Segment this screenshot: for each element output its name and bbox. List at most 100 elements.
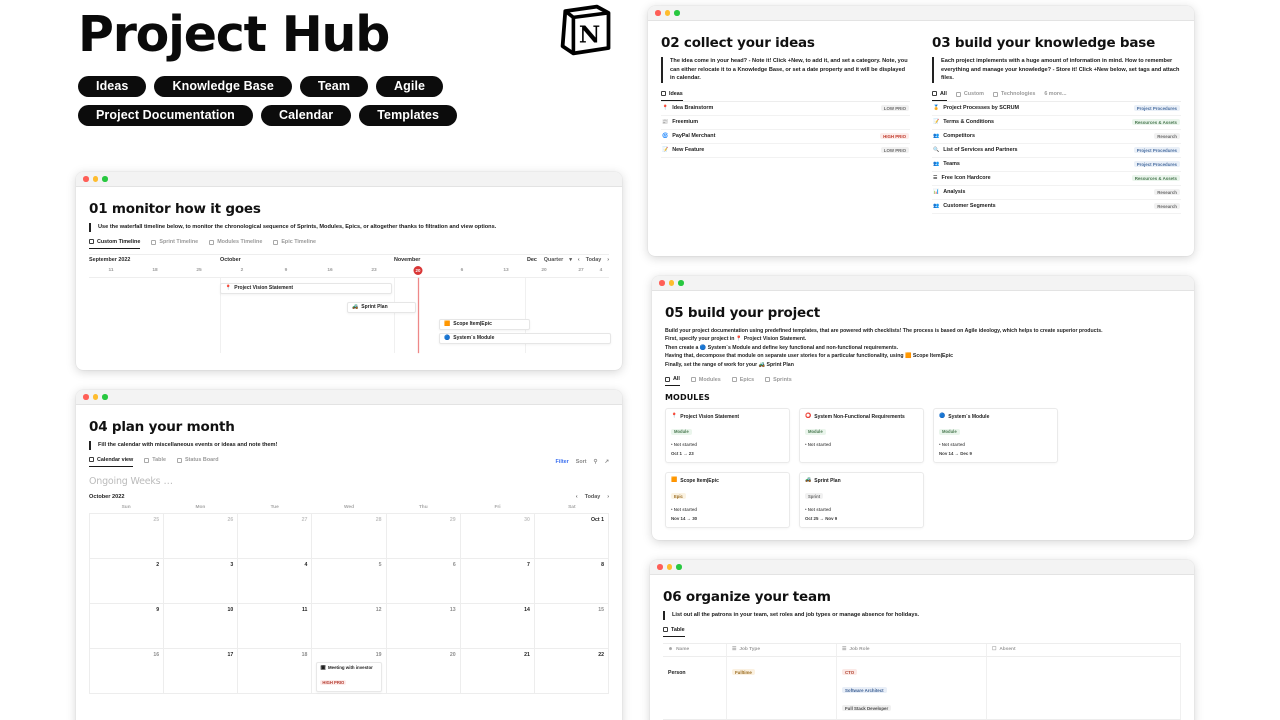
tab-calendar-view[interactable]: Calendar view (89, 457, 133, 467)
tab-more[interactable]: 6 more... (1044, 91, 1066, 100)
calendar-event[interactable]: 🗓 Meeting with investor HIGH PRIO (316, 662, 381, 692)
list-item[interactable]: 👥 Teams Project Procedures (932, 158, 1181, 172)
tab-sprint-timeline[interactable]: Sprint Timeline (151, 239, 198, 248)
list-item[interactable]: 📊 Analysis Research (932, 186, 1181, 200)
close-dot-icon[interactable] (83, 176, 89, 182)
timeline-bar-systems-module[interactable]: 🔵 System´s Module (439, 333, 611, 344)
next-month-icon[interactable]: › (607, 494, 609, 500)
list-item[interactable]: 👥 Customer Segments Research (932, 200, 1181, 214)
maximize-dot-icon[interactable] (678, 280, 684, 286)
calendar-day-cell[interactable]: 28 (312, 514, 386, 559)
calendar-day-cell[interactable]: 25 (90, 514, 164, 559)
pill-knowledge-base[interactable]: Knowledge Base (154, 76, 291, 97)
calendar-day-cell[interactable]: 4 (238, 559, 312, 604)
quarter-selector[interactable]: Quarter (544, 257, 563, 263)
list-item[interactable]: ☰ Free Icon Hardcore Resources & Assets (932, 172, 1181, 186)
pill-templates[interactable]: Templates (359, 105, 457, 126)
list-item[interactable]: 👥 Competitors Research (932, 130, 1181, 144)
calendar-day-cell[interactable]: 12 (312, 604, 386, 649)
prev-arrow-icon[interactable]: ‹ (578, 257, 580, 263)
calendar-day-cell[interactable]: 21 (461, 649, 535, 694)
list-item[interactable]: 📝 Terms & Conditions Resources & Assets (932, 116, 1181, 130)
calendar-day-cell[interactable]: 14 (461, 604, 535, 649)
search-icon[interactable]: ⚲ (594, 459, 598, 465)
close-dot-icon[interactable] (659, 280, 665, 286)
expand-icon[interactable]: ↗ (604, 459, 609, 465)
tab-modules-timeline[interactable]: Modules Timeline (209, 239, 262, 248)
calendar-day-cell[interactable]: Oct 1 (535, 514, 609, 559)
calendar-day-cell[interactable]: 13 (387, 604, 461, 649)
column-header-absent[interactable]: ☐ Absent (987, 644, 1181, 657)
tab-all[interactable]: All (665, 376, 680, 386)
tab-epic-timeline[interactable]: Epic Timeline (273, 239, 316, 248)
calendar-day-cell[interactable]: 18 (238, 649, 312, 694)
maximize-dot-icon[interactable] (674, 10, 680, 16)
minimize-dot-icon[interactable] (667, 564, 673, 570)
sort-button[interactable]: Sort (576, 459, 587, 465)
calendar-day-cell[interactable]: 10 (164, 604, 238, 649)
chevron-down-icon[interactable]: ▾ (569, 257, 572, 263)
list-item[interactable]: 🏅 Project Processes by SCRUM Project Pro… (932, 102, 1181, 116)
calendar-day-cell[interactable]: 26 (164, 514, 238, 559)
calendar-day-cell[interactable]: 20 (387, 649, 461, 694)
tab-table[interactable]: Table (663, 627, 685, 637)
minimize-dot-icon[interactable] (669, 280, 675, 286)
timeline-bar-project-vision[interactable]: 📍 Project Vision Statement (220, 283, 392, 294)
calendar-day-cell[interactable]: 6 (387, 559, 461, 604)
list-item[interactable]: 🔍 List of Services and Partners Project … (932, 144, 1181, 158)
minimize-dot-icon[interactable] (665, 10, 671, 16)
tab-ideas[interactable]: Ideas (661, 91, 683, 101)
maximize-dot-icon[interactable] (676, 564, 682, 570)
list-item[interactable]: 🌀 PayPal Merchant HIGH PRIO (661, 130, 910, 144)
calendar-day-cell[interactable]: 5 (312, 559, 386, 604)
calendar-day-cell[interactable]: 8 (535, 559, 609, 604)
tab-all[interactable]: All (932, 91, 947, 101)
module-card[interactable]: 🔵 System´s Module Module • Not started N… (933, 408, 1058, 463)
today-button[interactable]: Today (585, 494, 600, 500)
maximize-dot-icon[interactable] (102, 394, 108, 400)
more-options-icon[interactable]: … (164, 476, 173, 487)
tab-status-board[interactable]: Status Board (177, 457, 219, 466)
minimize-dot-icon[interactable] (93, 394, 99, 400)
today-button[interactable]: Today (586, 257, 601, 263)
tab-table[interactable]: Table (144, 457, 166, 466)
calendar-day-cell[interactable]: 7 (461, 559, 535, 604)
calendar-day-cell[interactable]: 27 (238, 514, 312, 559)
calendar-day-cell[interactable]: 11 (238, 604, 312, 649)
list-item[interactable]: 📰 Freemium (661, 116, 910, 130)
tab-custom[interactable]: Custom (956, 91, 984, 100)
tab-epics[interactable]: Epics (732, 377, 754, 386)
calendar-day-cell[interactable]: 15 (535, 604, 609, 649)
filter-button[interactable]: Filter (556, 459, 569, 465)
calendar-day-cell[interactable]: 16 (90, 649, 164, 694)
timeline-bar-sprint-plan[interactable]: 🚜 Sprint Plan (347, 302, 416, 313)
calendar-day-cell[interactable]: 3 (164, 559, 238, 604)
list-item[interactable]: 📝 New Feature LOW PRIO (661, 144, 910, 158)
column-header-job-role[interactable]: ☰ Job Role (837, 644, 987, 657)
pill-ideas[interactable]: Ideas (78, 76, 146, 97)
tab-modules[interactable]: Modules (691, 377, 721, 386)
calendar-day-cell[interactable]: 19 🗓 Meeting with investor HIGH PRIO (312, 649, 386, 694)
close-dot-icon[interactable] (655, 10, 661, 16)
module-card[interactable]: 🚜 Sprint Plan Sprint • Not started Oct 2… (799, 472, 924, 527)
calendar-day-cell[interactable]: 22 (535, 649, 609, 694)
calendar-day-cell[interactable]: 29 (387, 514, 461, 559)
module-card[interactable]: 🟧 Scope Item|Epic Epic • Not started Nov… (665, 472, 790, 527)
calendar-day-cell[interactable]: 2 (90, 559, 164, 604)
table-row[interactable]: Person Fulltime CTO Software Architect F… (663, 657, 1181, 720)
tab-custom-timeline[interactable]: Custom Timeline (89, 239, 140, 249)
close-dot-icon[interactable] (657, 564, 663, 570)
calendar-day-cell[interactable]: 9 (90, 604, 164, 649)
close-dot-icon[interactable] (83, 394, 89, 400)
pill-team[interactable]: Team (300, 76, 368, 97)
pill-project-documentation[interactable]: Project Documentation (78, 105, 253, 126)
calendar-day-cell[interactable]: 17 (164, 649, 238, 694)
list-item[interactable]: 📍 Idea Brainstorm LOW PRIO (661, 102, 910, 116)
module-card[interactable]: 📍 Project Vision Statement Module • Not … (665, 408, 790, 463)
module-card[interactable]: ⭕ System Non-Functional Requirements Mod… (799, 408, 924, 463)
maximize-dot-icon[interactable] (102, 176, 108, 182)
minimize-dot-icon[interactable] (93, 176, 99, 182)
column-header-name[interactable]: ☻ Name (663, 644, 727, 657)
next-arrow-icon[interactable]: › (607, 257, 609, 263)
pill-agile[interactable]: Agile (376, 76, 443, 97)
